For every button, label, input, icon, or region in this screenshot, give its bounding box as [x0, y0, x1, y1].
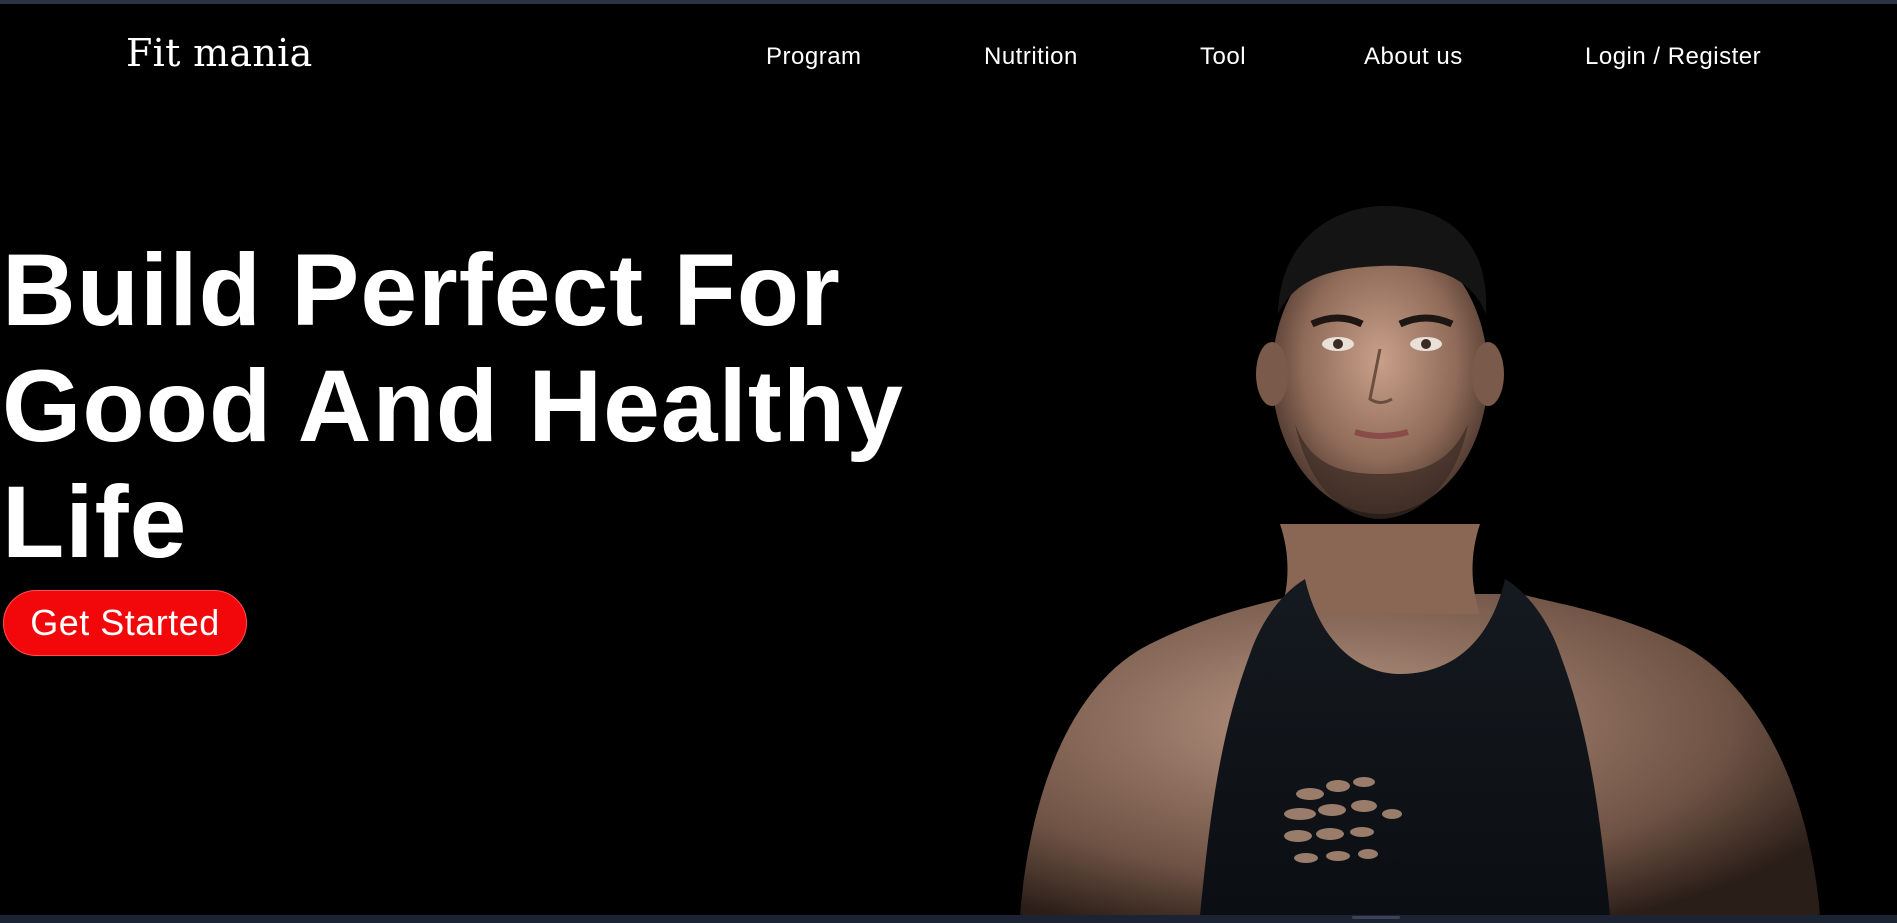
nav-link-about-us[interactable]: About us	[1364, 43, 1463, 71]
nav-link-nutrition[interactable]: Nutrition	[984, 43, 1078, 71]
nav-link-tool[interactable]: Tool	[1200, 43, 1246, 71]
nav-link-login-register[interactable]: Login / Register	[1585, 43, 1761, 71]
hero-headline-line: Build Perfect For	[2, 233, 841, 347]
hero-athlete-image	[1020, 205, 1820, 915]
window-bottom-bar	[0, 915, 1897, 923]
nav-link-program[interactable]: Program	[766, 43, 862, 71]
hero-headline: Build Perfect For Good And Healthy Life	[2, 232, 904, 580]
hero-headline-line: Life	[2, 465, 188, 579]
get-started-button[interactable]: Get Started	[3, 590, 247, 656]
scroll-indicator	[1352, 916, 1400, 919]
hero-headline-line: Good And Healthy	[2, 349, 904, 463]
landing-page: Fit mania Program Nutrition Tool About u…	[0, 4, 1897, 915]
main-nav: Program Nutrition Tool About us Login / …	[0, 43, 1897, 75]
